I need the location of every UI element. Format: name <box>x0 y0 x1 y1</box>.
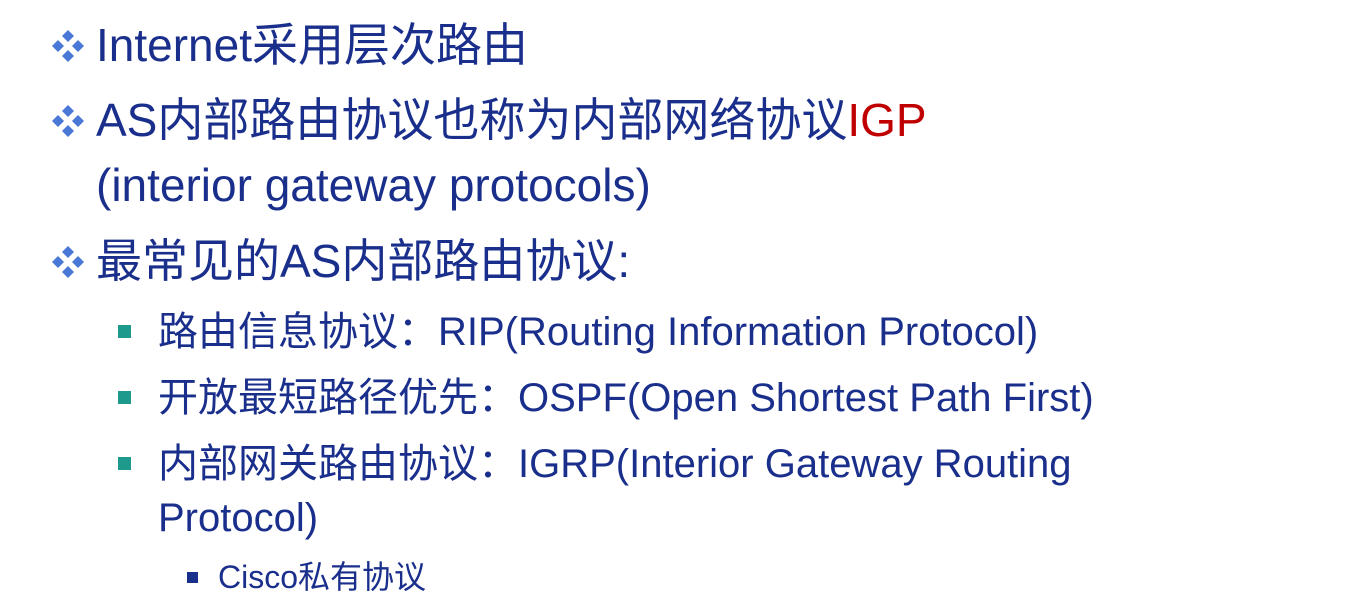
bullet-1: Internet采用层次路由 <box>96 17 528 73</box>
diamond-bullet-icon <box>52 246 84 278</box>
subitem-igrp: 内部网关路由协议：IGRP(Interior Gateway Routing <box>158 442 1072 486</box>
small-square-bullet-icon <box>187 572 198 583</box>
igp-highlight: IGP <box>847 94 927 146</box>
bullet-3-text: 最常见的AS内部路由协议: <box>96 235 631 287</box>
bullet-2-continuation: (interior gateway protocols) <box>96 159 651 211</box>
subitem-cisco: Cisco私有协议 <box>218 559 427 595</box>
subitem-ospf: 开放最短路径优先：OSPF(Open Shortest Path First) <box>158 376 1094 420</box>
bullet-2: AS内部路由协议也称为内部网络协议IGP <box>96 92 927 148</box>
bullet-2-text: AS内部路由协议也称为内部网络协议 <box>96 94 848 146</box>
square-bullet-icon <box>118 457 131 470</box>
bullet-3: 最常见的AS内部路由协议: <box>96 233 630 289</box>
square-bullet-icon <box>118 325 131 338</box>
diamond-bullet-icon <box>52 105 84 137</box>
subitem-rip: 路由信息协议：RIP(Routing Information Protocol) <box>158 310 1039 354</box>
subitem-igrp-continuation: Protocol) <box>158 496 319 540</box>
bullet-1-text: Internet采用层次路由 <box>96 19 528 71</box>
square-bullet-icon <box>118 391 131 404</box>
diamond-bullet-icon <box>52 30 84 62</box>
